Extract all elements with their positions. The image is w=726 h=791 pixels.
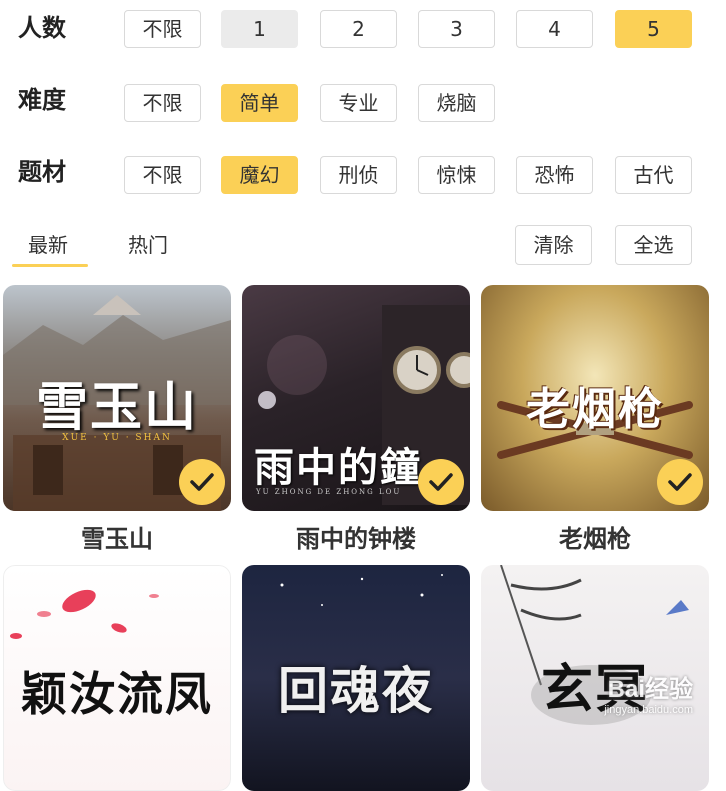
script-name-3: 老烟枪 (559, 525, 631, 553)
chip-players-1[interactable]: 1 (221, 10, 298, 48)
filter-row-difficulty: 难度 不限 简单 专业 烧脑 (0, 84, 726, 128)
script-cover-4: 颖汝流凤 (3, 565, 231, 791)
tab-hot[interactable]: 热门 (128, 231, 168, 259)
clear-button[interactable]: 清除 (515, 225, 592, 265)
tab-latest-underline (12, 264, 88, 267)
filter-row-players: 人数 不限 1 2 3 4 5 (0, 10, 726, 54)
selected-check-icon-1[interactable] (179, 459, 225, 505)
chip-difficulty-easy[interactable]: 简单 (221, 84, 298, 122)
selected-check-icon-2[interactable] (418, 459, 464, 505)
script-cover-title-5: 回魂夜 (278, 661, 434, 720)
tab-latest[interactable]: 最新 (28, 231, 68, 259)
script-cover-5: 回魂夜 (242, 565, 470, 791)
filter-label-difficulty: 难度 (18, 86, 66, 114)
chip-theme-fantasy[interactable]: 魔幻 (221, 156, 298, 194)
filter-row-theme: 题材 不限 魔幻 刑侦 惊悚 恐怖 古代 (0, 156, 726, 200)
script-cover-title-1: 雪玉山 (35, 377, 198, 438)
chip-players-4[interactable]: 4 (516, 10, 593, 48)
chip-players-unlimited[interactable]: 不限 (124, 10, 201, 48)
select-all-button[interactable]: 全选 (615, 225, 692, 265)
script-cover-sub-1: XUE · YU · SHAN (62, 433, 172, 443)
script-card-1[interactable]: 雪玉山 XUE · YU · SHAN (3, 285, 231, 511)
script-cover-title-3: 老烟枪 (526, 384, 664, 435)
chip-difficulty-pro[interactable]: 专业 (320, 84, 397, 122)
chip-theme-detective[interactable]: 刑侦 (320, 156, 397, 194)
watermark-url: jingyan.baidu.com (604, 704, 693, 716)
script-card-5[interactable]: 回魂夜 (242, 565, 470, 791)
script-card-2[interactable]: 雨中的鐘 YU ZHONG DE ZHONG LOU (242, 285, 470, 511)
filter-label-theme: 题材 (18, 158, 66, 186)
chip-players-5[interactable]: 5 (615, 10, 692, 48)
chip-theme-unlimited[interactable]: 不限 (124, 156, 201, 194)
script-name-2: 雨中的钟楼 (296, 525, 416, 553)
chip-theme-thriller[interactable]: 惊悚 (418, 156, 495, 194)
chip-theme-ancient[interactable]: 古代 (615, 156, 692, 194)
chip-players-2[interactable]: 2 (320, 10, 397, 48)
chip-difficulty-unlimited[interactable]: 不限 (124, 84, 201, 122)
script-name-1: 雪玉山 (81, 525, 153, 553)
chip-theme-horror[interactable]: 恐怖 (516, 156, 593, 194)
filter-label-players: 人数 (18, 14, 66, 42)
script-card-3[interactable]: 老烟枪 (481, 285, 709, 511)
watermark-brand: Bai经验 (607, 676, 693, 703)
script-card-4[interactable]: 颖汝流凤 (3, 565, 231, 791)
selected-check-icon-3[interactable] (657, 459, 703, 505)
script-cover-6: 玄冥 Bai经验 jingyan.baidu.com (481, 565, 709, 791)
chip-players-3[interactable]: 3 (418, 10, 495, 48)
script-cover-title-4: 颖汝流凤 (21, 667, 213, 721)
script-card-6[interactable]: 玄冥 Bai经验 jingyan.baidu.com (481, 565, 709, 791)
chip-difficulty-hard[interactable]: 烧脑 (418, 84, 495, 122)
watermark: Bai经验 jingyan.baidu.com (604, 669, 693, 716)
